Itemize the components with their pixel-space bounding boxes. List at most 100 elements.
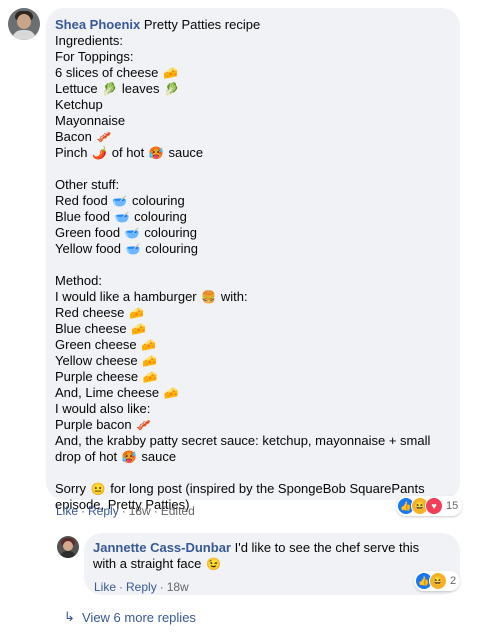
comment-text: Green food xyxy=(55,225,121,240)
comment-line: For Toppings: xyxy=(55,49,134,65)
comment-bubble: Shea Phoenix Pretty Patties recipe Ingre… xyxy=(46,8,460,512)
emoji: 🌶️ xyxy=(92,146,108,160)
emoji: 🥣 xyxy=(125,242,141,256)
emoji: 🧀 xyxy=(141,338,157,352)
emoji: 🥓 xyxy=(96,130,112,144)
avatar-face xyxy=(17,14,31,29)
comment-text: Ingredients: xyxy=(55,33,123,48)
comment-text: I would also like: xyxy=(55,401,151,416)
comment-first-line: Pretty Patties recipe xyxy=(143,17,261,32)
comment-text: sauce xyxy=(168,145,204,160)
emoji: 😐 xyxy=(90,482,106,496)
reply-text-line1: I'd like to see the chef serve this xyxy=(234,540,420,555)
comment-text: Ketchup xyxy=(55,97,103,112)
comment-text: 6 slices of cheese xyxy=(55,65,159,80)
comment-text: Mayonnaise xyxy=(55,113,126,128)
reply-header: Jannette Cass-Dunbar I'd like to see the… xyxy=(93,540,419,556)
emoji: 🥣 xyxy=(112,194,128,208)
comment-text: for long post (inspired by the SpongeBob… xyxy=(110,481,425,496)
comment-line: Bacon 🥓 xyxy=(55,129,112,145)
emoji: 🧀 xyxy=(162,66,178,80)
comment-line: Yellow cheese 🧀 xyxy=(55,353,158,369)
reply-like-button[interactable]: Like xyxy=(94,580,116,594)
comment-line: Blue cheese 🧀 xyxy=(55,321,147,337)
emoji: 🥬 xyxy=(164,82,180,96)
comment-text: Blue food xyxy=(55,209,110,224)
comment-text: colouring xyxy=(134,209,187,224)
emoji: 🧀 xyxy=(129,306,144,320)
reply-button[interactable]: Reply xyxy=(88,504,119,518)
comment-text: Bacon xyxy=(55,129,92,144)
comment-line: Other stuff: xyxy=(55,177,119,193)
comment-text: And, the krabby patty secret sauce: ketc… xyxy=(55,433,431,448)
emoji: 🧀 xyxy=(142,354,158,368)
comment-line: Green cheese 🧀 xyxy=(55,337,157,353)
avatar-shirt xyxy=(12,30,36,40)
comment-line: Blue food 🥣 colouring xyxy=(55,209,187,225)
comment-text: Green cheese xyxy=(55,337,137,352)
reply-reactions[interactable]: 👍 😆 2 xyxy=(414,571,461,591)
avatar-face xyxy=(63,541,73,551)
comment-line: Red cheese 🧀 xyxy=(55,305,145,321)
comment-text: Lettuce xyxy=(55,81,98,96)
comment-line: I would also like: xyxy=(55,401,150,417)
comment-line: Green food 🥣 colouring xyxy=(55,225,197,241)
comment-text: of hot xyxy=(111,145,145,160)
reply-actions: Like · Reply · 18w xyxy=(94,580,189,594)
reply-author[interactable]: Jannette Cass-Dunbar xyxy=(93,540,231,555)
comment-line: Sorry 😐 for long post (inspired by the S… xyxy=(55,481,425,497)
reply-avatar[interactable] xyxy=(57,536,79,558)
comment-text: Yellow cheese xyxy=(55,353,138,368)
reply-text-line2-row: with a straight face 😉 xyxy=(93,556,222,572)
like-button[interactable]: Like xyxy=(56,504,78,518)
comment-reactions[interactable]: 👍 😆 ♥ 15 xyxy=(396,496,463,516)
emoji: 🍔 xyxy=(201,290,217,304)
comment-author[interactable]: Shea Phoenix xyxy=(55,17,140,32)
comment-text: Other stuff: xyxy=(55,177,120,192)
reply-reply-button[interactable]: Reply xyxy=(126,580,157,594)
commenter-avatar[interactable] xyxy=(8,8,40,40)
comment-text: drop of hot xyxy=(55,449,118,464)
view-more-replies-link[interactable]: ↳ View 6 more replies xyxy=(64,609,196,625)
reaction-count: 15 xyxy=(446,500,459,512)
comment-text: Purple bacon xyxy=(55,417,132,432)
emoji: 🧀 xyxy=(163,386,179,400)
comment-line: Pinch 🌶️ of hot 🥵 sauce xyxy=(55,145,203,161)
avatar-shirt xyxy=(60,551,76,558)
comment-text: sauce xyxy=(141,449,177,464)
comment-line: Red food 🥣 colouring xyxy=(55,193,185,209)
comment-text: Red cheese xyxy=(55,305,125,320)
emoji: 🥓 xyxy=(136,418,152,432)
comment-line: Ingredients: xyxy=(55,33,123,49)
comment-text: And, Lime cheese xyxy=(55,385,160,400)
edited-label[interactable]: Edited xyxy=(161,504,195,518)
comment-text: Blue cheese xyxy=(55,321,127,336)
comment-line: Purple bacon 🥓 xyxy=(55,417,152,433)
comment-line: Ketchup xyxy=(55,97,103,113)
comment-text: colouring xyxy=(145,241,198,256)
comment-text: For Toppings: xyxy=(55,49,134,64)
emoji: 🥵 xyxy=(121,450,137,464)
comment-text: Red food xyxy=(55,193,108,208)
reply-timestamp[interactable]: 18w xyxy=(167,580,189,594)
love-icon: ♥ xyxy=(425,497,443,515)
comment-line: Lettuce 🥬 leaves 🥬 xyxy=(55,81,180,97)
comment-text: Sorry xyxy=(55,481,87,496)
comment-text: Yellow food xyxy=(55,241,122,256)
comment-line: Yellow food 🥣 colouring xyxy=(55,241,198,257)
emoji: 🧀 xyxy=(131,322,147,336)
comment-line: Method: xyxy=(55,273,102,289)
emoji: 🧀 xyxy=(142,370,158,384)
comment-line: Mayonnaise xyxy=(55,113,125,129)
haha-icon: 😆 xyxy=(429,572,447,590)
comment-text: Pinch xyxy=(55,145,88,160)
emoji: 🥬 xyxy=(102,82,118,96)
comment-text: I would like a hamburger xyxy=(55,289,197,304)
emoji: 🥵 xyxy=(148,146,164,160)
comment-line: Purple cheese 🧀 xyxy=(55,369,159,385)
comment-text: colouring xyxy=(144,225,198,240)
comment-line: 6 slices of cheese 🧀 xyxy=(55,65,179,81)
comment-text: Method: xyxy=(55,273,102,288)
comment-timestamp[interactable]: 18w xyxy=(129,504,151,518)
comment-line: And, the krabby patty secret sauce: ketc… xyxy=(55,433,430,449)
